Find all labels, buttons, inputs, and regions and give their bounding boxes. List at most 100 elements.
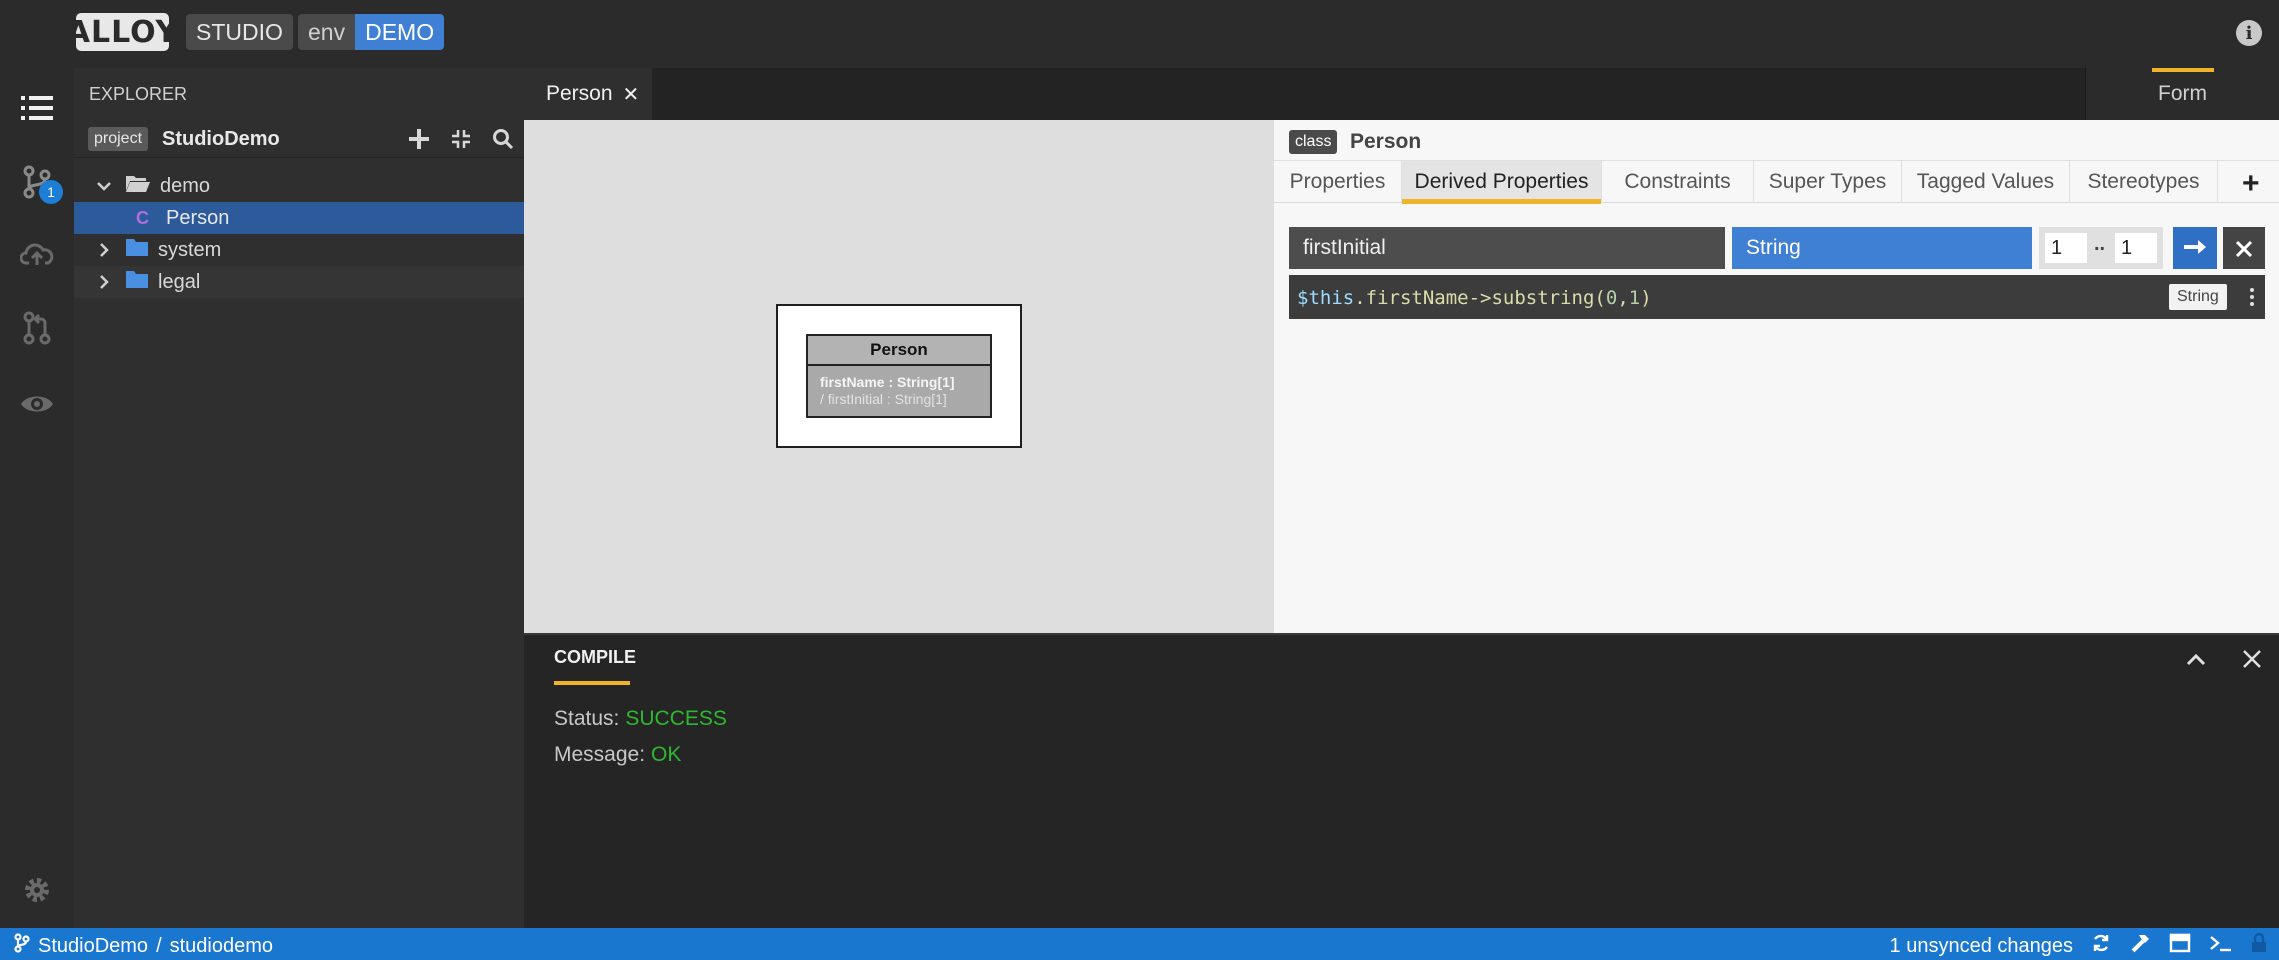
info-icon[interactable]: i xyxy=(2236,20,2262,46)
add-icon[interactable] xyxy=(406,126,432,152)
status-separator: / xyxy=(156,934,162,957)
tree-item-label: demo xyxy=(160,174,211,197)
derived-property-type-select[interactable]: String xyxy=(1732,227,2032,269)
status-value: SUCCESS xyxy=(625,707,727,730)
expression-return-type-badge: String xyxy=(2169,284,2227,310)
tab-label: Person xyxy=(546,82,613,105)
class-name: Person xyxy=(1350,130,1422,153)
collapse-all-icon[interactable] xyxy=(448,126,474,152)
tab-constraints[interactable]: Constraints xyxy=(1602,161,1754,203)
tree-item-label: system xyxy=(158,238,222,261)
remove-derived-property-button[interactable] xyxy=(2223,227,2265,269)
top-header: ALLOY STUDIO env DEMO i xyxy=(0,0,2279,68)
studio-label: STUDIO xyxy=(186,14,293,50)
expr-comma: , xyxy=(1617,287,1629,309)
class-tag: class xyxy=(1289,130,1338,154)
close-icon[interactable]: ✕ xyxy=(623,82,640,107)
add-icon[interactable]: + xyxy=(2242,167,2260,201)
status-bar: StudioDemo / studiodemo 1 unsynced chang… xyxy=(0,928,2279,960)
derived-property-name-input[interactable]: firstInitial xyxy=(1289,227,1725,269)
multiplicity-upper-input[interactable]: 1 xyxy=(2115,233,2157,263)
gear-icon[interactable] xyxy=(17,870,57,910)
tab-stereotypes[interactable]: Stereotypes xyxy=(2070,161,2218,203)
alloy-logo: ALLOY xyxy=(66,13,179,51)
message-label: Message: xyxy=(554,743,646,766)
env-value: DEMO xyxy=(355,14,445,50)
class-form-panel: class Person Properties Derived Properti… xyxy=(1274,120,2279,633)
unsynced-changes[interactable]: 1 unsynced changes xyxy=(1890,935,2073,958)
tab-person[interactable]: Person ✕ xyxy=(524,68,652,120)
pull-request-icon[interactable] xyxy=(17,308,57,348)
expr-chain: .firstName->substring( xyxy=(1354,287,1606,309)
cloud-upload-icon[interactable] xyxy=(17,234,57,274)
tree-item-label: Person xyxy=(166,206,230,229)
git-branch-icon[interactable]: 1 xyxy=(17,162,63,204)
tree-item-system[interactable]: system xyxy=(74,234,524,266)
diagram-derived-property: / firstInitial : String[1] xyxy=(820,391,947,407)
sync-icon[interactable] xyxy=(2091,933,2111,959)
status-project: StudioDemo xyxy=(38,934,149,957)
status-workspace: studiodemo xyxy=(169,934,274,957)
project-name: StudioDemo xyxy=(162,128,280,150)
eye-icon[interactable] xyxy=(17,384,57,424)
chevron-down-icon[interactable] xyxy=(96,178,112,194)
tab-properties[interactable]: Properties xyxy=(1274,161,1402,203)
project-header: project StudioDemo xyxy=(74,118,524,158)
close-icon[interactable] xyxy=(2242,643,2262,677)
project-tag: project xyxy=(88,127,149,151)
class-form-tabs: Properties Derived Properties Constraint… xyxy=(1274,160,2279,204)
diagram-class-box[interactable]: Person firstName : String[1] / firstInit… xyxy=(806,334,992,418)
tab-derived-properties[interactable]: Derived Properties xyxy=(1402,161,1602,204)
tree-item-person[interactable]: C Person xyxy=(74,202,524,234)
env-indicator: env DEMO xyxy=(298,14,445,50)
explorer-panel: EXPLORER project StudioDemo demo C Perso… xyxy=(74,68,524,928)
expr-var: $this xyxy=(1297,287,1355,309)
tree-item-demo[interactable]: demo xyxy=(74,170,524,202)
multiplicity-separator: .. xyxy=(2094,233,2106,255)
class-diagram-canvas[interactable]: Person firstName : String[1] / firstInit… xyxy=(524,120,1274,633)
active-tab-indicator xyxy=(554,681,630,685)
folder-open-icon xyxy=(126,174,150,198)
hammer-icon[interactable] xyxy=(2129,932,2151,960)
status-actions: 1 unsynced changes xyxy=(1890,932,2267,960)
derived-property-expression-editor[interactable]: $this.firstName->substring(0,1) String xyxy=(1289,275,2265,319)
search-icon[interactable] xyxy=(490,126,516,152)
diagram-class-name: Person xyxy=(808,336,990,366)
message-value: OK xyxy=(651,743,682,766)
tab-compile[interactable]: COMPILE xyxy=(554,647,636,668)
expression-text[interactable]: $this.firstName->substring(0,1) xyxy=(1297,287,1652,309)
lock-icon[interactable] xyxy=(2251,932,2267,959)
explorer-list-icon[interactable] xyxy=(17,88,57,128)
diagram-property: firstName : String[1] xyxy=(820,374,955,390)
activity-bar: 1 xyxy=(0,68,74,928)
expr-arg: 0 xyxy=(1605,287,1618,309)
git-branch-icon xyxy=(14,933,30,959)
terminal-icon[interactable] xyxy=(2209,933,2233,959)
compile-status: Status: SUCCESS xyxy=(554,707,727,731)
tab-tagged-values[interactable]: Tagged Values xyxy=(1902,161,2070,203)
changes-badge: 1 xyxy=(39,180,63,204)
compile-message: Message: OK xyxy=(554,743,681,767)
chevron-right-icon[interactable] xyxy=(96,274,112,290)
tree-item-legal[interactable]: legal xyxy=(74,266,524,298)
workspace-breadcrumb[interactable]: StudioDemo / studiodemo xyxy=(14,933,273,959)
expr-arg: 1 xyxy=(1628,287,1641,309)
expr-close: ) xyxy=(1640,287,1652,309)
more-options-icon[interactable] xyxy=(2245,285,2259,309)
explorer-title: EXPLORER xyxy=(89,84,188,104)
tree-item-label: legal xyxy=(158,270,201,293)
arrow-right-icon xyxy=(2184,237,2206,260)
go-to-type-button[interactable] xyxy=(2173,227,2217,269)
class-icon: C xyxy=(136,207,149,228)
close-icon xyxy=(2235,233,2253,264)
panel-toggle-icon[interactable] xyxy=(2169,933,2191,959)
env-key: env xyxy=(298,14,356,50)
chevron-right-icon[interactable] xyxy=(96,242,112,258)
editor-tab-bar: Person ✕ Form xyxy=(524,68,2279,120)
chevron-up-icon[interactable] xyxy=(2186,649,2206,672)
folder-icon xyxy=(126,238,148,262)
status-label: Status: xyxy=(554,707,620,730)
tab-super-types[interactable]: Super Types xyxy=(1754,161,1902,203)
multiplicity-lower-input[interactable]: 1 xyxy=(2045,233,2087,263)
tab-form[interactable]: Form xyxy=(2085,68,2279,120)
